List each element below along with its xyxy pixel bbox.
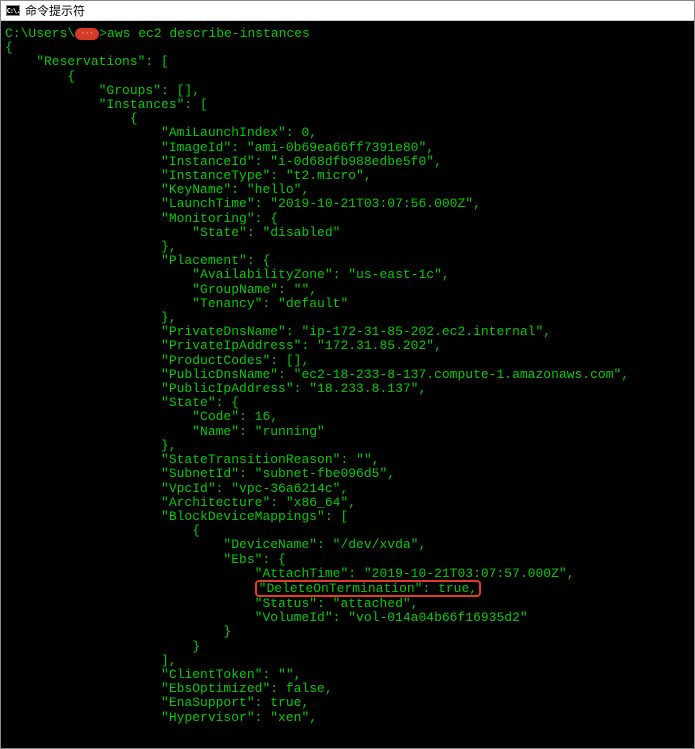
json-output-after: "Status": "attached", "VolumeId": "vol-0… [5,597,690,725]
command-text: >aws ec2 describe-instances [99,26,310,41]
json-output-before: { "Reservations": [ { "Groups": [], "Ins… [5,41,690,581]
window-titlebar: C:\. 命令提示符 [1,1,694,21]
highlighted-line: "DeleteOnTermination": true, [255,580,481,597]
redacted-username: ··· [75,28,99,40]
window-title: 命令提示符 [25,2,85,19]
prompt-path: C:\Users\ [5,26,75,41]
highlight-indent [5,581,255,596]
cmd-icon: C:\. [5,4,21,18]
terminal-area[interactable]: C:\Users\···>aws ec2 describe-instances … [1,21,694,748]
